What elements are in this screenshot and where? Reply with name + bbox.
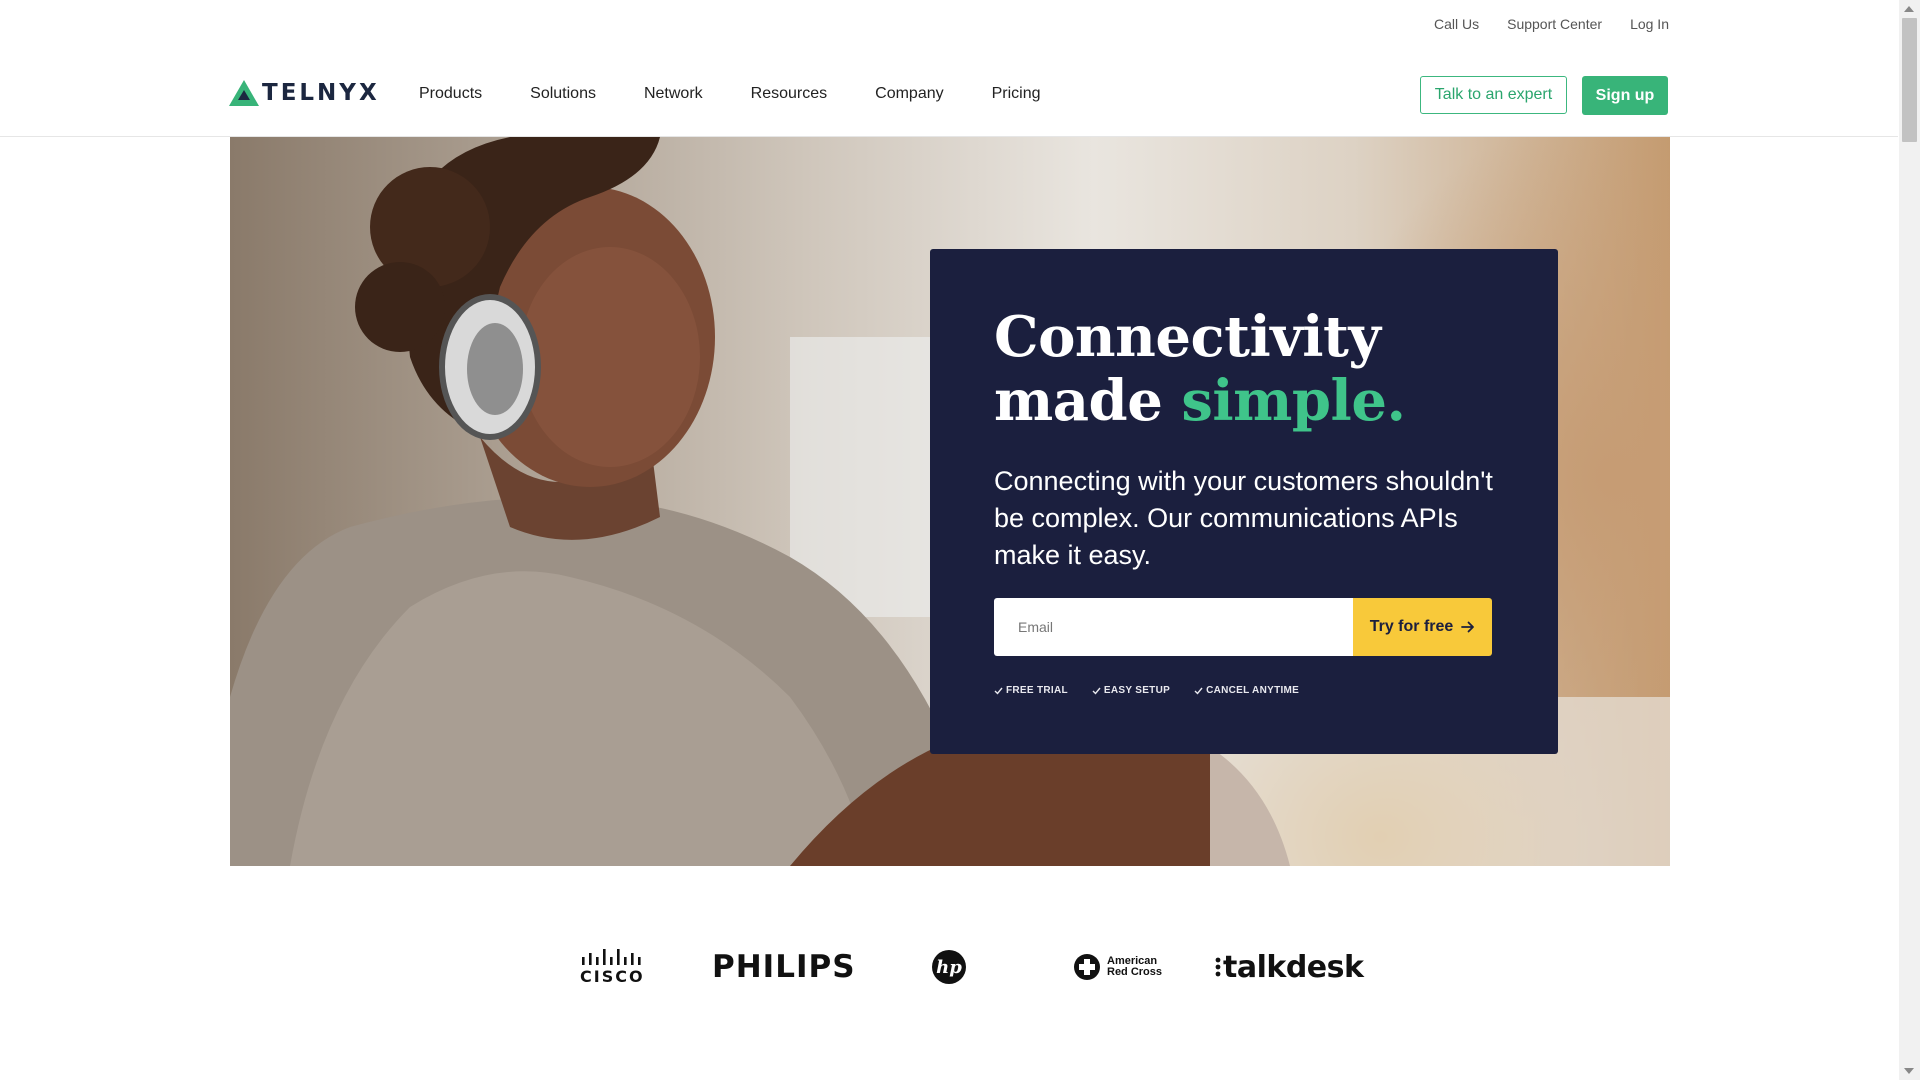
talk-to-expert-button[interactable]: Talk to an expert <box>1420 76 1567 114</box>
nav-pricing[interactable]: Pricing <box>992 85 1041 103</box>
check-icon <box>994 687 1003 695</box>
red-cross-line2: Red Cross <box>1107 966 1163 978</box>
perk-item: FREE TRIAL <box>994 685 1068 696</box>
nav-products[interactable]: Products <box>419 85 482 103</box>
scroll-thumb[interactable] <box>1902 18 1917 142</box>
talkdesk-dots-icon <box>1215 957 1221 977</box>
perk-item: CANCEL ANYTIME <box>1194 685 1299 696</box>
red-cross-wordmark: American Red Cross <box>1107 956 1162 978</box>
talkdesk-logo: talkdesk <box>1215 945 1364 989</box>
site-header: TELNYX Products Solutions Network Resour… <box>0 0 1898 137</box>
nav-network[interactable]: Network <box>644 85 703 103</box>
headline-line2-prefix: made <box>994 368 1182 434</box>
philips-logo: PHILIPS <box>712 945 856 989</box>
hp-wordmark: hp <box>936 956 962 978</box>
philips-wordmark: PHILIPS <box>712 949 856 985</box>
hero-subhead: Connecting with your customers shouldn't… <box>994 466 1493 570</box>
nav-solutions[interactable]: Solutions <box>530 85 596 103</box>
scroll-down-arrow-icon[interactable] <box>1904 1068 1914 1074</box>
perk-label: FREE TRIAL <box>1006 685 1068 696</box>
customer-logos: CISCO PHILIPS hp American Red Cross talk… <box>0 945 1898 989</box>
main-nav: Products Solutions Network Resources Com… <box>419 85 1089 103</box>
perk-label: EASY SETUP <box>1103 685 1171 696</box>
try-for-free-button[interactable]: Try for free <box>1353 598 1492 656</box>
talkdesk-wordmark: talkdesk <box>1223 949 1364 985</box>
red-cross-logo: American Red Cross <box>1073 945 1162 989</box>
hero-headline: Connectivity made simple. <box>994 305 1494 433</box>
hero-card: Connectivity made simple. Connecting wit… <box>930 249 1558 754</box>
perks-list: FREE TRIAL EASY SETUP CANCEL ANYTIME <box>994 685 1299 696</box>
scroll-up-arrow-icon[interactable] <box>1904 6 1914 12</box>
perk-item: EASY SETUP <box>1092 685 1170 696</box>
page-scrollbar[interactable] <box>1899 0 1920 1080</box>
logo-wordmark: TELNYX <box>262 80 380 106</box>
email-input[interactable] <box>994 598 1353 656</box>
cisco-wordmark: CISCO <box>580 966 645 986</box>
signup-form: Try for free <box>994 598 1492 656</box>
nav-company[interactable]: Company <box>875 85 943 103</box>
try-for-free-label: Try for free <box>1369 618 1454 635</box>
cisco-bars-icon <box>582 948 641 965</box>
sign-up-button[interactable]: Sign up <box>1582 76 1668 115</box>
telnyx-logo[interactable]: TELNYX <box>229 80 380 106</box>
arrow-right-icon <box>1461 621 1475 633</box>
hp-logo: hp <box>932 945 966 989</box>
check-icon <box>1092 687 1101 695</box>
check-icon <box>1194 687 1203 695</box>
cisco-logo: CISCO <box>580 945 645 989</box>
hero-section: Connectivity made simple. Connecting wit… <box>230 137 1670 866</box>
headline-accent: simple. <box>1181 368 1406 434</box>
red-cross-icon <box>1074 954 1100 980</box>
nav-resources[interactable]: Resources <box>751 85 827 103</box>
hp-badge: hp <box>932 950 966 984</box>
headline-line1: Connectivity <box>994 304 1381 370</box>
perk-label: CANCEL ANYTIME <box>1206 685 1300 696</box>
telnyx-triangle-logo-icon <box>229 80 259 106</box>
